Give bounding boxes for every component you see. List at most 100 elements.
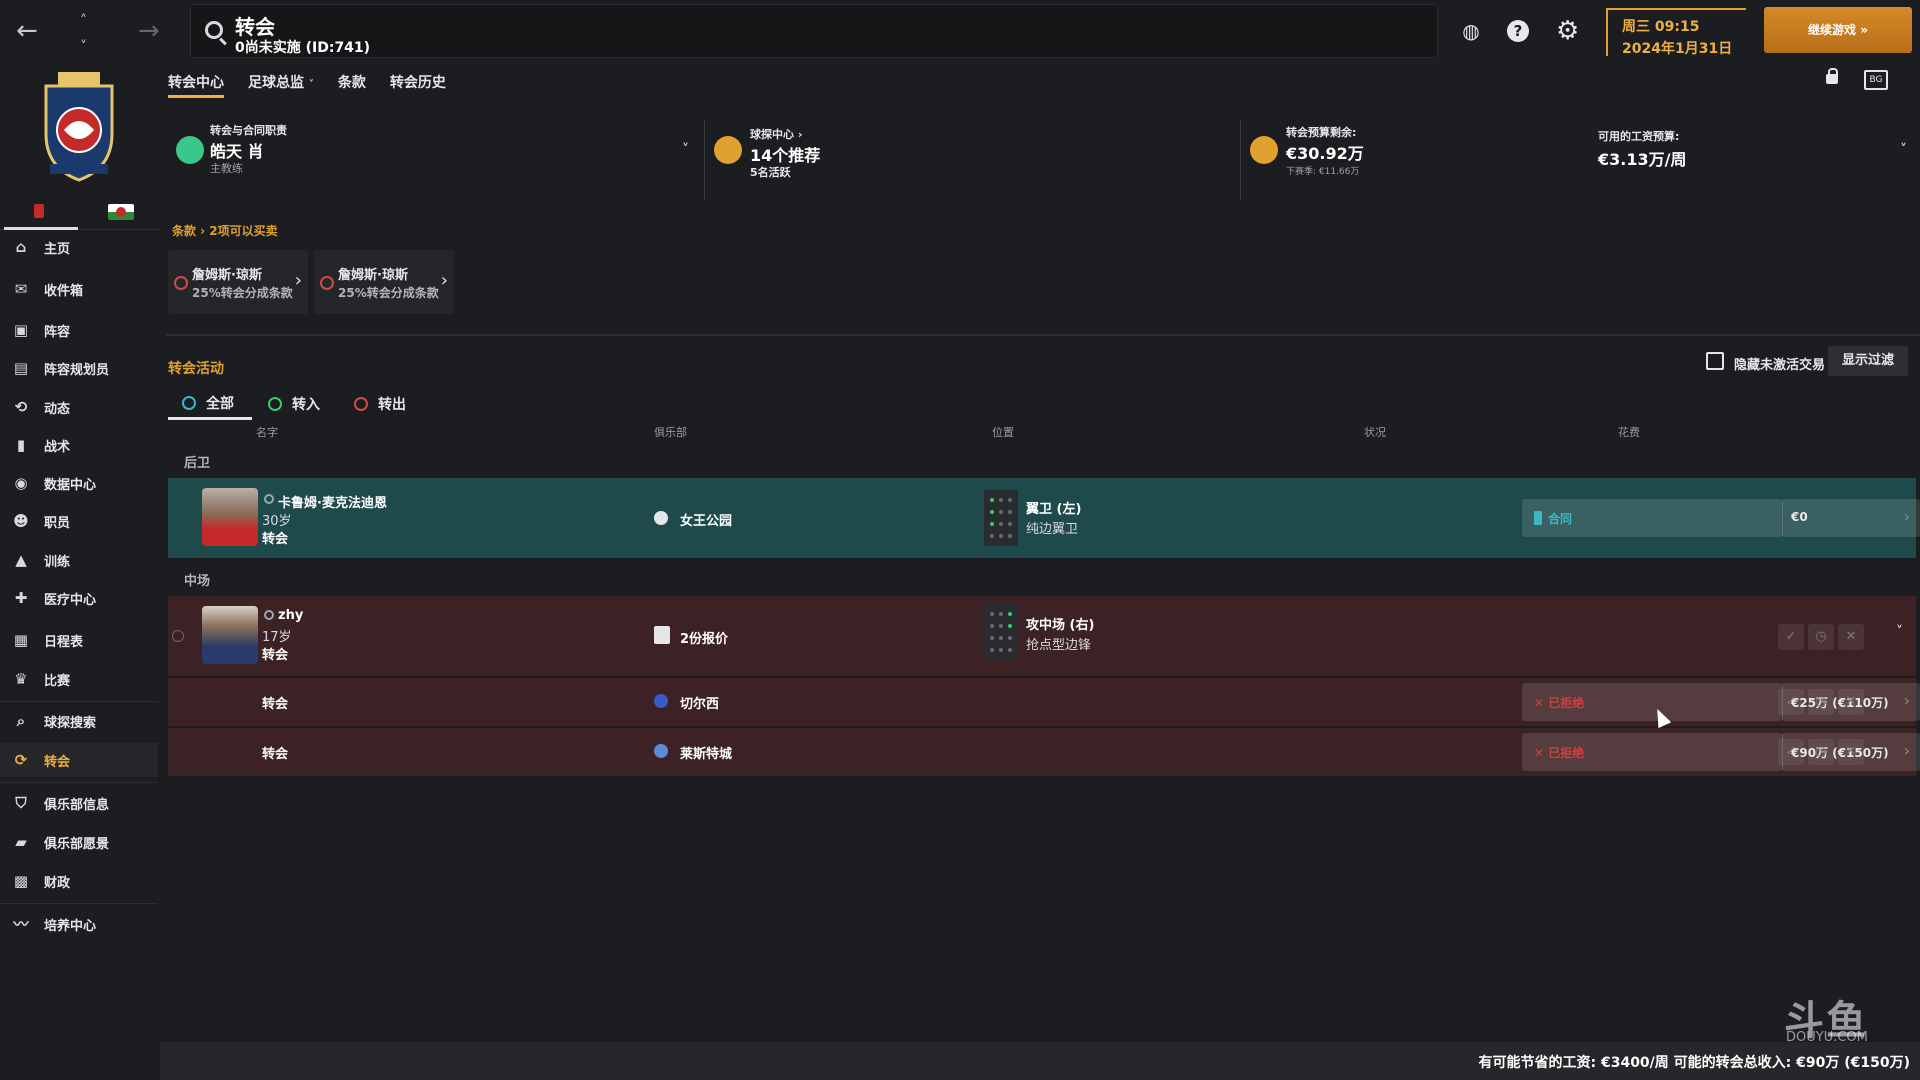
column-header-name[interactable]: 名字 bbox=[256, 424, 278, 440]
sell-on-clause-icon bbox=[174, 276, 188, 290]
sidebar-item-transfers[interactable]: ⟳ 转会 bbox=[0, 743, 158, 777]
transfer-icon: ⟳ bbox=[14, 751, 28, 769]
clock-icon[interactable]: ◷ bbox=[1808, 739, 1834, 765]
tab-transfer-centre[interactable]: 转会中心 bbox=[168, 68, 224, 98]
column-header-club[interactable]: 俱乐部 bbox=[654, 424, 687, 440]
tab-transfers-in[interactable]: 转入 bbox=[268, 388, 320, 420]
tab-transfers-out[interactable]: 转出 bbox=[354, 388, 406, 420]
sidebar-item-dynamics[interactable]: ⟲ 动态 bbox=[0, 390, 158, 424]
accept-check-icon[interactable]: ✓ bbox=[1778, 624, 1804, 650]
wales-flag-icon[interactable] bbox=[108, 204, 134, 220]
vision-icon: ▰ bbox=[15, 833, 27, 851]
sidebar-item-club-vision[interactable]: ▰ 俱乐部愿景 bbox=[0, 825, 158, 859]
clauses-breadcrumb[interactable]: 条款 › 2项可以买卖 bbox=[172, 222, 278, 239]
globe-icon[interactable]: ◍ bbox=[1460, 20, 1482, 42]
radio-icon[interactable] bbox=[172, 630, 184, 642]
tab-clauses[interactable]: 条款 bbox=[338, 68, 366, 98]
column-header-position[interactable]: 位置 bbox=[992, 424, 1014, 440]
clause-desc: 25%转会分成条款 bbox=[192, 286, 293, 300]
sidebar-item-finances[interactable]: ▩ 财政 bbox=[0, 864, 158, 898]
sidebar-item-medical[interactable]: ✚ 医疗中心 bbox=[0, 581, 158, 615]
search-box[interactable]: 转会 0尚未实施 (ID:741) bbox=[190, 4, 1438, 58]
clause-card[interactable]: 詹姆斯·琼斯 25%转会分成条款 › bbox=[168, 250, 308, 314]
close-icon[interactable]: ✕ bbox=[1838, 624, 1864, 650]
column-header-status[interactable]: 状况 bbox=[1364, 424, 1386, 440]
sidebar: ⌂ 主页 ✉ 收件箱 ▣ 阵容 ▤ 阵容规划员 ⟲ 动态 ▮ 战术 ◉ 数据中心 ☻ 职员 ▲ 训… bbox=[0, 62, 160, 1080]
sidebar-item-competitions[interactable]: ♛ 比赛 bbox=[0, 662, 158, 696]
footer-summary: 有可能节省的工资: €3400/周 可能的转会总收入: €90万 (€150万) bbox=[1478, 1055, 1911, 1071]
binoculars-icon bbox=[714, 136, 742, 164]
club-name[interactable]: 莱斯特城 bbox=[680, 743, 732, 762]
club-name[interactable]: 切尔西 bbox=[680, 693, 719, 712]
close-icon[interactable]: ✕ bbox=[1838, 689, 1864, 715]
club-kit-icon[interactable] bbox=[34, 204, 44, 218]
player-name[interactable]: zhy bbox=[278, 608, 303, 623]
sidebar-item-data-hub[interactable]: ◉ 数据中心 bbox=[0, 466, 158, 500]
sidebar-item-inbox[interactable]: ✉ 收件箱 bbox=[0, 272, 158, 306]
contract-dropdown-chevron-icon[interactable]: ˅ bbox=[682, 142, 689, 158]
hide-inactive-label[interactable]: 隐藏未激活交易 bbox=[1734, 354, 1825, 373]
table-row[interactable]: 卡鲁姆·麦克法迪恩 30岁 转会 女王公园 翼卫 (左) 纯边翼卫 合同 €0 … bbox=[168, 478, 1920, 558]
sidebar-item-label: 财政 bbox=[44, 875, 71, 891]
gear-icon[interactable]: ⚙ bbox=[1556, 18, 1579, 44]
continue-game-button[interactable]: 继续游戏 » bbox=[1764, 7, 1912, 53]
status-box[interactable]: 合同 bbox=[1522, 499, 1782, 537]
screen-icon[interactable]: BG bbox=[1864, 70, 1888, 90]
fee-box[interactable]: €0 › bbox=[1782, 499, 1920, 537]
sidebar-item-label: 球探搜索 bbox=[44, 715, 97, 731]
close-icon[interactable]: ✕ bbox=[1838, 739, 1864, 765]
player-name[interactable]: 卡鲁姆·麦克法迪恩 bbox=[278, 492, 387, 511]
sidebar-item-scouting[interactable]: ⌕ 球探搜索 bbox=[0, 704, 158, 738]
sidebar-item-staff[interactable]: ☻ 职员 bbox=[0, 504, 158, 538]
position-main: 翼卫 (左) bbox=[1026, 502, 1082, 517]
shield-icon: ⛉ bbox=[15, 794, 27, 812]
scout-centre-link[interactable]: 球探中心 › bbox=[750, 126, 802, 142]
sidebar-item-training[interactable]: ▲ 训练 bbox=[0, 543, 158, 577]
clock-icon[interactable]: ◷ bbox=[1808, 689, 1834, 715]
sidebar-item-tactics[interactable]: ▮ 战术 bbox=[0, 428, 158, 462]
info-divider bbox=[704, 120, 705, 200]
tab-director-of-football[interactable]: 足球总监 ˅ bbox=[248, 68, 314, 98]
clause-desc: 25%转会分成条款 bbox=[338, 286, 439, 300]
club-badge-icon bbox=[654, 511, 668, 525]
column-header-fee[interactable]: 花费 bbox=[1618, 424, 1640, 440]
page-title: 转会 bbox=[235, 15, 275, 39]
lock-icon[interactable] bbox=[1826, 68, 1838, 84]
chevron-up-icon[interactable]: ˄ bbox=[80, 8, 87, 34]
chevron-down-icon[interactable]: ˅ bbox=[80, 34, 87, 60]
transfer-type: 转会 bbox=[262, 697, 289, 712]
position-main: 攻中场 (右) bbox=[1026, 618, 1095, 633]
clause-card[interactable]: 詹姆斯·琼斯 25%转会分成条款 › bbox=[314, 250, 454, 314]
show-filter-button[interactable]: 显示过滤 bbox=[1828, 346, 1908, 376]
accept-check-icon[interactable]: ✓ bbox=[1778, 739, 1804, 765]
tab-transfer-history[interactable]: 转会历史 bbox=[390, 68, 446, 98]
clock-icon[interactable]: ◷ bbox=[1808, 624, 1834, 650]
sidebar-item-schedule[interactable]: ▦ 日程表 bbox=[0, 623, 158, 657]
sidebar-item-squad[interactable]: ▣ 阵容 bbox=[0, 313, 158, 347]
calendar-icon: ▦ bbox=[13, 631, 29, 649]
sidebar-item-home[interactable]: ⌂ 主页 bbox=[0, 230, 158, 264]
table-row[interactable]: 转会 莱斯特城 ✕ 已拒绝 €90万 (€150万) › ✓ ◷ ✕ bbox=[168, 728, 1920, 776]
back-arrow-icon[interactable]: ← bbox=[16, 18, 38, 44]
help-icon[interactable]: ? bbox=[1507, 20, 1529, 42]
offers-icon bbox=[654, 626, 670, 644]
status-box[interactable]: ✕ 已拒绝 bbox=[1522, 733, 1782, 771]
table-row[interactable]: zhy 17岁 转会 2份报价 攻中场 (右) 抢点型边锋 ✓ ◷ ✕ ˅ bbox=[168, 596, 1916, 676]
sidebar-item-label: 俱乐部愿景 bbox=[44, 836, 110, 852]
sidebar-item-label: 转会 bbox=[44, 754, 71, 770]
club-name[interactable]: 女王公园 bbox=[680, 510, 732, 529]
transfer-out-icon bbox=[354, 397, 368, 411]
sidebar-item-club-info[interactable]: ⛉ 俱乐部信息 bbox=[0, 786, 158, 820]
tab-all[interactable]: 全部 bbox=[168, 388, 252, 420]
sidebar-item-development[interactable]: 〰培养中心 bbox=[0, 907, 158, 941]
sell-on-clause-icon bbox=[320, 276, 334, 290]
offers-count[interactable]: 2份报价 bbox=[680, 628, 728, 647]
budget-dropdown-chevron-icon[interactable]: ˅ bbox=[1900, 142, 1907, 158]
accept-check-icon[interactable]: ✓ bbox=[1778, 689, 1804, 715]
club-crest-logo[interactable] bbox=[40, 72, 118, 182]
hide-inactive-checkbox[interactable] bbox=[1706, 352, 1724, 370]
sidebar-item-squad-planner[interactable]: ▤ 阵容规划员 bbox=[0, 351, 158, 385]
forward-arrow-icon[interactable]: → bbox=[138, 18, 160, 44]
chevron-right-icon: › bbox=[1903, 507, 1910, 526]
expand-chevron-icon[interactable]: ˅ bbox=[1896, 624, 1903, 640]
